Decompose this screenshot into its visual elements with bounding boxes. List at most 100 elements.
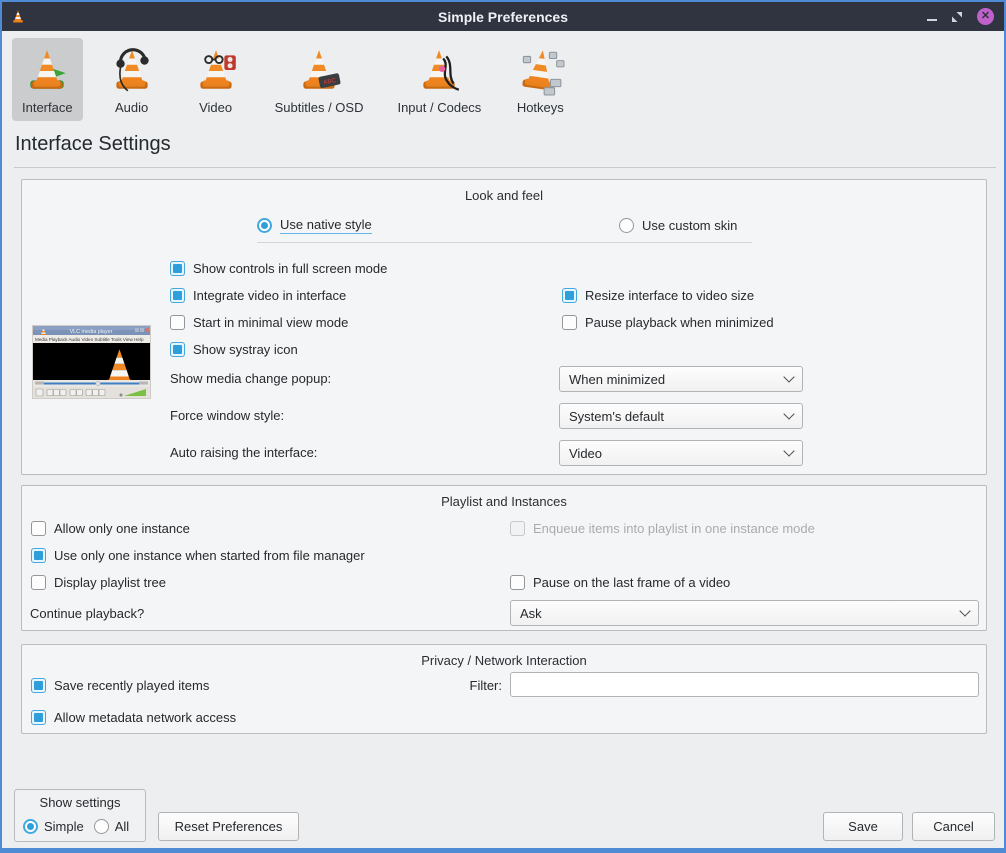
svg-text:Media Playback Audio Video Sub: Media Playback Audio Video Subtitle Tool… <box>35 337 144 342</box>
radio-icon[interactable] <box>619 218 634 233</box>
radio-simple[interactable]: Simple <box>23 817 84 835</box>
toolbar-label: Subtitles / OSD <box>275 100 364 115</box>
vlc-cone-subtitles-icon: ABC <box>294 46 344 96</box>
reset-preferences-button[interactable]: Reset Preferences <box>158 812 299 841</box>
preferences-toolbar: Interface Audio <box>12 38 575 121</box>
group-title: Privacy / Network Interaction <box>22 645 986 668</box>
toolbar-label: Input / Codecs <box>397 100 481 115</box>
toolbar-item-video[interactable]: Video <box>181 38 251 121</box>
checkbox-icon <box>510 521 525 536</box>
checkbox-label: Start in minimal view mode <box>193 315 348 330</box>
toolbar-label: Video <box>199 100 232 115</box>
checkbox-icon[interactable] <box>562 288 577 303</box>
checkbox-icon[interactable] <box>562 315 577 330</box>
label-force-window-style: Force window style: <box>170 408 284 423</box>
radio-label: Use native style <box>280 217 372 234</box>
radio-icon[interactable] <box>257 218 272 233</box>
dropdown-force-window-style[interactable]: System's default <box>559 403 803 429</box>
dropdown-media-change-popup[interactable]: When minimized <box>559 366 803 392</box>
label-media-change-popup: Show media change popup: <box>170 371 331 386</box>
radio-icon[interactable] <box>23 819 38 834</box>
checkbox-icon[interactable] <box>31 575 46 590</box>
minimize-icon[interactable] <box>927 19 937 21</box>
checkbox-resize-interface[interactable]: Resize interface to video size <box>562 286 754 304</box>
show-settings-title: Show settings <box>15 790 145 810</box>
checkbox-pause-minimized[interactable]: Pause playback when minimized <box>562 313 774 331</box>
checkbox-icon[interactable] <box>31 521 46 536</box>
checkbox-allow-one-instance[interactable]: Allow only one instance <box>31 519 190 537</box>
checkbox-label: Use only one instance when started from … <box>54 548 365 563</box>
checkbox-icon[interactable] <box>170 288 185 303</box>
label-continue-playback: Continue playback? <box>30 606 144 621</box>
checkbox-label: Show systray icon <box>193 342 298 357</box>
checkbox-label: Pause on the last frame of a video <box>533 575 730 590</box>
cancel-button[interactable]: Cancel <box>912 812 995 841</box>
checkbox-pause-last-frame[interactable]: Pause on the last frame of a video <box>510 573 730 591</box>
restore-icon[interactable] <box>951 11 963 23</box>
label-auto-raising: Auto raising the interface: <box>170 445 317 460</box>
dropdown-auto-raising[interactable]: Video <box>559 440 803 466</box>
checkbox-icon[interactable] <box>31 548 46 563</box>
radio-native-style[interactable]: Use native style <box>257 216 372 234</box>
interface-preview-image: VLC media player Media Playback Audio Vi… <box>32 325 151 399</box>
dropdown-value: When minimized <box>569 372 665 387</box>
divider <box>14 167 996 168</box>
checkbox-label: Integrate video in interface <box>193 288 346 303</box>
checkbox-label: Display playlist tree <box>54 575 166 590</box>
radio-icon[interactable] <box>94 819 109 834</box>
dropdown-continue-playback[interactable]: Ask <box>510 600 979 626</box>
radio-all[interactable]: All <box>94 817 129 835</box>
toolbar-item-hotkeys[interactable]: Hotkeys <box>505 38 575 121</box>
divider <box>257 242 752 243</box>
group-privacy-network: Privacy / Network Interaction Save recen… <box>21 644 987 734</box>
checkbox-label: Pause playback when minimized <box>585 315 774 330</box>
checkbox-allow-metadata-access[interactable]: Allow metadata network access <box>31 708 236 726</box>
checkbox-icon[interactable] <box>170 342 185 357</box>
dropdown-value: Ask <box>520 606 542 621</box>
save-button[interactable]: Save <box>823 812 903 841</box>
toolbar-item-interface[interactable]: Interface <box>12 38 83 121</box>
checkbox-integrate-video[interactable]: Integrate video in interface <box>170 286 346 304</box>
checkbox-show-controls-fullscreen[interactable]: Show controls in full screen mode <box>170 259 387 277</box>
toolbar-item-input-codecs[interactable]: Input / Codecs <box>387 38 491 121</box>
chevron-down-icon <box>783 371 794 382</box>
preferences-window: Simple Preferences ✕ Interface <box>0 0 1006 853</box>
toolbar-item-audio[interactable]: Audio <box>97 38 167 121</box>
checkbox-systray-icon[interactable]: Show systray icon <box>170 340 298 358</box>
checkbox-icon[interactable] <box>170 315 185 330</box>
dropdown-value: Video <box>569 446 602 461</box>
checkbox-minimal-view[interactable]: Start in minimal view mode <box>170 313 348 331</box>
group-title: Playlist and Instances <box>22 486 986 509</box>
checkbox-label: Enqueue items into playlist in one insta… <box>533 521 815 536</box>
checkbox-label: Save recently played items <box>54 678 209 693</box>
dropdown-value: System's default <box>569 409 664 424</box>
radio-custom-skin[interactable]: Use custom skin <box>619 216 737 234</box>
group-playlist-instances: Playlist and Instances Allow only one in… <box>21 485 987 631</box>
vlc-cone-hotkeys-icon <box>515 46 565 96</box>
checkbox-one-instance-file-manager[interactable]: Use only one instance when started from … <box>31 546 365 564</box>
checkbox-icon[interactable] <box>510 575 525 590</box>
checkbox-display-playlist-tree[interactable]: Display playlist tree <box>31 573 166 591</box>
close-icon[interactable]: ✕ <box>977 8 994 25</box>
titlebar[interactable]: Simple Preferences ✕ <box>2 2 1004 31</box>
vlc-cone-input-icon <box>414 46 464 96</box>
checkbox-label: Allow only one instance <box>54 521 190 536</box>
chevron-down-icon <box>959 605 970 616</box>
group-look-and-feel: Look and feel Use native style Use custo… <box>21 179 987 475</box>
show-settings-group: Show settings Simple All <box>14 789 146 842</box>
page-title: Interface Settings <box>15 133 171 156</box>
vlc-cone-audio-icon <box>107 46 157 96</box>
vlc-logo-icon <box>10 8 26 26</box>
radio-label: All <box>115 819 129 834</box>
checkbox-enqueue-items: Enqueue items into playlist in one insta… <box>510 519 815 537</box>
checkbox-icon[interactable] <box>31 710 46 725</box>
checkbox-label: Allow metadata network access <box>54 710 236 725</box>
filter-input[interactable] <box>510 672 979 697</box>
checkbox-icon[interactable] <box>170 261 185 276</box>
label-filter: Filter: <box>422 678 502 693</box>
checkbox-save-recent-items[interactable]: Save recently played items <box>31 676 209 694</box>
toolbar-item-subtitles[interactable]: ABC Subtitles / OSD <box>265 38 374 121</box>
vlc-cone-video-icon <box>191 46 241 96</box>
checkbox-icon[interactable] <box>31 678 46 693</box>
checkbox-label: Show controls in full screen mode <box>193 261 387 276</box>
